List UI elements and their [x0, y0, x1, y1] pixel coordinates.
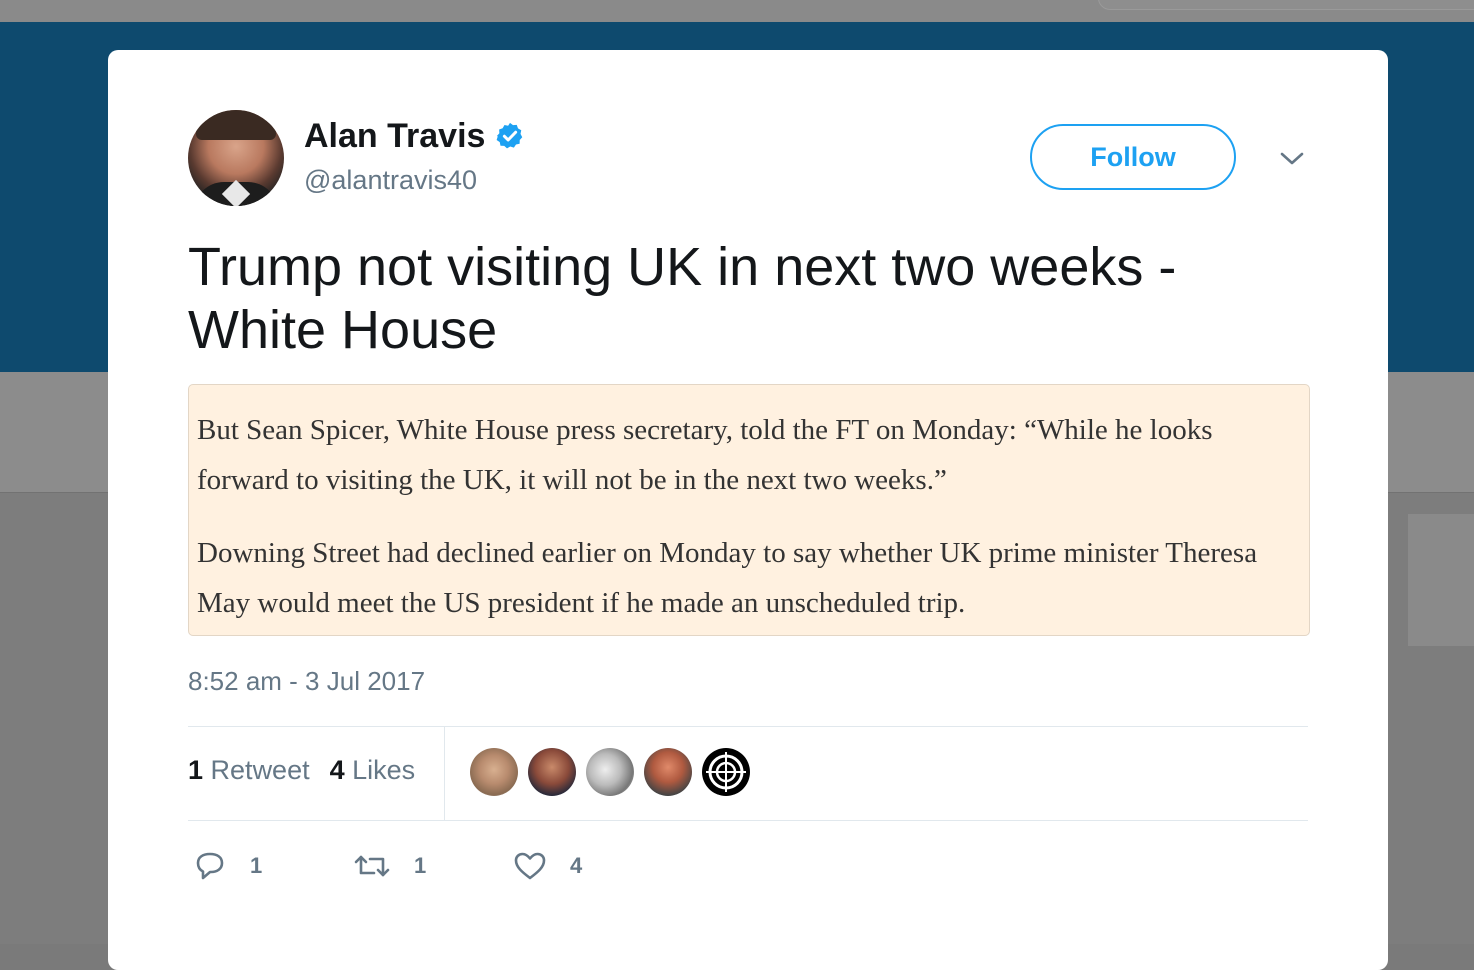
- engagement-stats: 1 Retweet 4 Likes: [188, 755, 415, 786]
- crosshair-logo-avatar[interactable]: [702, 748, 750, 796]
- browser-top-bar: [0, 0, 1474, 23]
- reply-count: 1: [250, 853, 263, 878]
- tweet-attached-image[interactable]: But Sean Spicer, White House press secre…: [188, 384, 1310, 636]
- retweet-button[interactable]: 1: [352, 846, 512, 886]
- like-button[interactable]: 4: [512, 846, 582, 886]
- image-text-paragraph-1: But Sean Spicer, White House press secre…: [197, 414, 1213, 496]
- heart-icon: [514, 852, 546, 880]
- liker-avatar[interactable]: [470, 748, 518, 796]
- follow-button[interactable]: Follow: [1030, 124, 1236, 190]
- liker-avatars: [470, 748, 750, 796]
- chevron-down-icon[interactable]: [1276, 146, 1308, 170]
- retweets-stat[interactable]: 1 Retweet: [188, 755, 310, 786]
- retweet-count: 1: [414, 853, 427, 878]
- author-display-name[interactable]: Alan Travis: [304, 117, 485, 156]
- crosshair-icon: [706, 752, 746, 792]
- tweet-action-bar: 1 1 4: [192, 846, 582, 886]
- divider: [188, 726, 1308, 727]
- avatar-hair: [196, 110, 276, 140]
- author-handle[interactable]: @alantravis40: [304, 165, 477, 196]
- reply-icon: [196, 852, 224, 880]
- liker-avatar[interactable]: [644, 748, 692, 796]
- divider: [188, 820, 1308, 821]
- likes-stat[interactable]: 4 Likes: [330, 755, 416, 786]
- side-panel: [1408, 514, 1474, 646]
- retweets-label: Retweet: [210, 755, 310, 785]
- likes-label: Likes: [352, 755, 416, 785]
- reply-button[interactable]: 1: [192, 846, 352, 886]
- author-name-row: Alan Travis: [304, 117, 525, 156]
- likes-count: 4: [329, 755, 345, 785]
- tweet-text: Trump not visiting UK in next two weeks …: [188, 237, 1177, 360]
- tweet-timestamp[interactable]: 8:52 am - 3 Jul 2017: [188, 666, 425, 697]
- retweets-count: 1: [188, 755, 204, 785]
- author-avatar[interactable]: [188, 110, 284, 206]
- retweet-icon: [354, 855, 390, 877]
- image-text-paragraph-2: Downing Street had declined earlier on M…: [197, 537, 1258, 619]
- verified-badge-icon: [497, 122, 523, 149]
- like-count: 4: [570, 853, 583, 878]
- address-bar[interactable]: [1098, 0, 1474, 10]
- liker-avatar[interactable]: [586, 748, 634, 796]
- stats-divider: [444, 727, 445, 820]
- tweet-modal: Alan Travis @alantravis40 Follow Trump n…: [108, 50, 1388, 970]
- liker-avatar[interactable]: [528, 748, 576, 796]
